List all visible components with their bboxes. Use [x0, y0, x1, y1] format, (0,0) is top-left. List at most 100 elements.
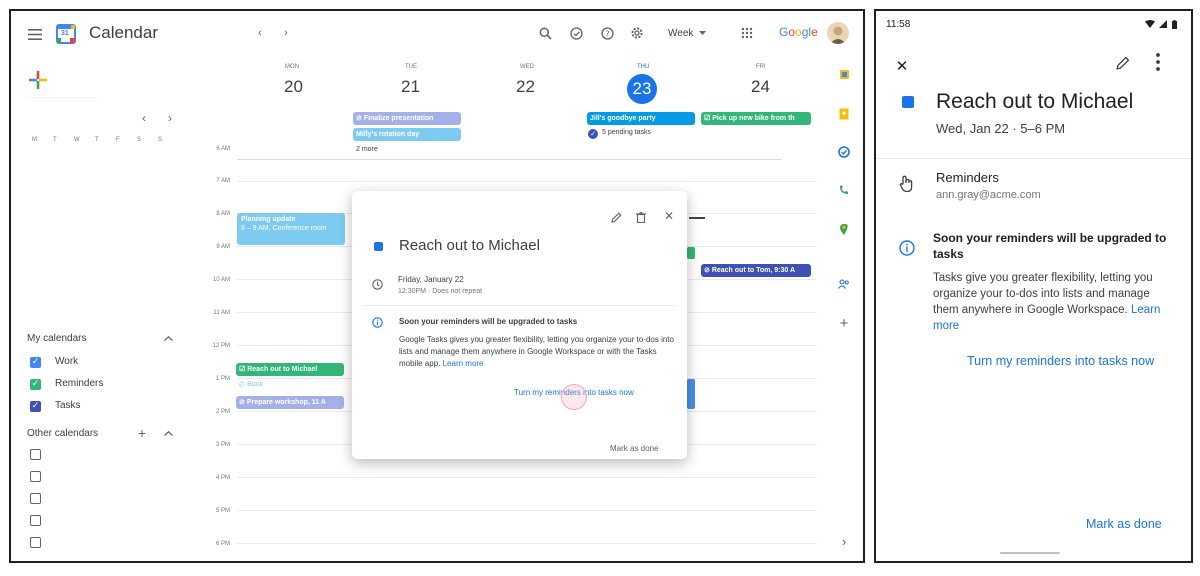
pending-tasks-link[interactable]: 5 pending tasks — [602, 129, 651, 136]
other-calendars-heading[interactable]: Other calendars — [27, 428, 98, 439]
side-contacts-icon[interactable] — [837, 183, 851, 197]
event-millys-rotation[interactable]: Milly's rotation day — [353, 128, 461, 141]
previous-week-icon[interactable]: ‹ — [252, 25, 268, 41]
side-notes-icon[interactable] — [837, 107, 851, 121]
side-add-addon-icon[interactable]: + — [837, 315, 851, 332]
time-label: 7 AM — [216, 178, 230, 184]
day-header-date[interactable]: 24 — [751, 77, 770, 97]
event-label: Book — [247, 381, 264, 388]
add-other-calendar-icon[interactable]: + — [135, 426, 149, 440]
other-calendars-collapse-icon[interactable] — [161, 426, 175, 440]
event-book-faded[interactable]: ◴ Book — [236, 380, 344, 392]
side-tasks-icon[interactable] — [837, 145, 851, 159]
mini-weekday: S — [158, 137, 163, 143]
edit-pencil-icon[interactable] — [608, 209, 624, 225]
popup-mark-done-button[interactable]: Mark as done — [610, 444, 658, 453]
day-header-dow: TUE — [405, 64, 417, 70]
account-avatar[interactable] — [827, 22, 849, 44]
google-logo: Google — [779, 25, 818, 39]
click-cursor-indicator — [561, 384, 587, 410]
side-keep-icon[interactable] — [837, 67, 851, 81]
main-menu-icon[interactable] — [25, 25, 45, 43]
time-label: 3 PM — [215, 442, 230, 448]
day-header-date[interactable]: 22 — [516, 77, 535, 97]
section-divider — [876, 158, 1191, 159]
popup-divider — [364, 305, 675, 306]
desktop-calendar-window: 31 Calendar ‹ › ? Week Google ‹ › M T W … — [9, 9, 865, 563]
event-label: Jill's goodbye party — [590, 115, 656, 122]
tasks-icon[interactable] — [567, 24, 585, 42]
next-week-icon[interactable]: › — [278, 25, 294, 41]
event-jills-goodbye[interactable]: Jill's goodbye party — [587, 112, 695, 125]
event-hidden-segment[interactable] — [687, 379, 695, 409]
popup-date: Friday, January 22 — [398, 275, 464, 284]
home-gesture-bar[interactable] — [1000, 552, 1060, 554]
event-detail: 8 – 9 AM, Conference room — [241, 225, 327, 232]
popup-learn-more-link[interactable]: Learn more — [443, 359, 484, 368]
turn-into-tasks-button[interactable]: Turn my reminders into tasks now — [967, 354, 1154, 368]
reminder-color-square — [374, 242, 383, 251]
event-prepare-workshop[interactable]: ⊘ Prepare workshop, 11 A — [236, 396, 344, 409]
event-planning-update[interactable]: Planning update 8 – 9 AM, Conference roo… — [237, 213, 345, 245]
today-date-circle[interactable]: 23 — [627, 74, 657, 104]
work-checkbox[interactable]: ✓ — [30, 357, 41, 368]
close-icon[interactable]: ✕ — [892, 56, 912, 76]
day-header-date[interactable]: 20 — [284, 77, 303, 97]
popup-recurrence: 12:30PM · Does not repeat — [398, 288, 483, 295]
mini-next-month-icon[interactable]: › — [163, 111, 177, 125]
apps-grid-icon[interactable] — [738, 24, 756, 42]
hour-line — [237, 510, 817, 511]
app-title: Calendar — [89, 23, 158, 42]
other-calendar-checkbox[interactable] — [30, 493, 41, 504]
mark-as-done-button[interactable]: Mark as done — [1086, 517, 1162, 531]
view-dropdown-icon[interactable] — [697, 28, 707, 38]
mini-prev-month-icon[interactable]: ‹ — [137, 111, 151, 125]
event-label: Milly's rotation day — [356, 131, 420, 138]
account-email: ann.gray@acme.com — [936, 189, 1041, 201]
mini-weekday: M — [32, 137, 37, 143]
more-events-link[interactable]: 2 more — [356, 146, 378, 153]
popup-minimize-bar[interactable] — [689, 217, 705, 219]
mini-weekday: W — [74, 137, 80, 143]
work-calendar-label: Work — [55, 356, 79, 367]
event-title: Planning update — [241, 216, 296, 223]
day-header-date[interactable]: 21 — [401, 77, 420, 97]
edit-pencil-icon[interactable] — [1113, 53, 1133, 73]
side-people-icon[interactable] — [837, 277, 851, 291]
wifi-icon — [1144, 19, 1156, 29]
create-plus-icon[interactable] — [27, 69, 49, 91]
notice-body: Tasks give you greater flexibility, lett… — [933, 270, 1169, 334]
time-label: 6 PM — [215, 541, 230, 547]
more-options-icon[interactable] — [1150, 49, 1166, 75]
time-label: 9 AM — [216, 244, 230, 250]
event-pick-up-bike[interactable]: ☑ Pick up new bike from th — [701, 112, 811, 125]
close-popup-icon[interactable]: ✕ — [661, 208, 677, 224]
event-hidden-segment[interactable] — [687, 247, 695, 259]
side-maps-icon[interactable] — [837, 222, 851, 236]
help-icon[interactable]: ? — [598, 24, 616, 42]
event-label: Finalize presentation — [363, 115, 434, 122]
calendar-logo-date: 31 — [61, 30, 69, 37]
event-reach-out-tom[interactable]: ⊘ Reach out to Tom, 9:30 A — [701, 264, 811, 277]
popup-notice-title: Soon your reminders will be upgraded to … — [399, 317, 578, 326]
view-selector[interactable]: Week — [668, 28, 693, 39]
other-calendar-checkbox[interactable] — [30, 449, 41, 460]
event-label: Reach out to Michael — [247, 366, 318, 373]
pending-tasks-icon: ✓ — [588, 129, 598, 139]
popup-notice-text: Google Tasks gives you greater flexibili… — [399, 335, 674, 368]
event-label: Prepare workshop, 11 A — [246, 399, 326, 406]
search-icon[interactable] — [536, 24, 554, 42]
event-finalize-presentation[interactable]: ⊘ Finalize presentation — [353, 112, 461, 125]
svg-text:?: ? — [605, 29, 609, 38]
all-day-divider — [237, 159, 782, 160]
event-label: Reach out to Tom, 9:30 A — [711, 267, 796, 274]
side-panel-expand-icon[interactable]: › — [837, 534, 851, 549]
mini-weekday: F — [116, 137, 120, 143]
other-calendar-checkbox[interactable] — [30, 515, 41, 526]
signal-icon — [1158, 19, 1168, 29]
event-reach-out-michael[interactable]: ☑ Reach out to Michael — [236, 363, 344, 376]
reminder-when: Wed, Jan 22 · 5–6 PM — [936, 121, 1066, 136]
settings-gear-icon[interactable] — [628, 24, 646, 42]
notice-text: Tasks give you greater flexibility, lett… — [933, 272, 1153, 316]
delete-trash-icon[interactable] — [633, 209, 649, 225]
